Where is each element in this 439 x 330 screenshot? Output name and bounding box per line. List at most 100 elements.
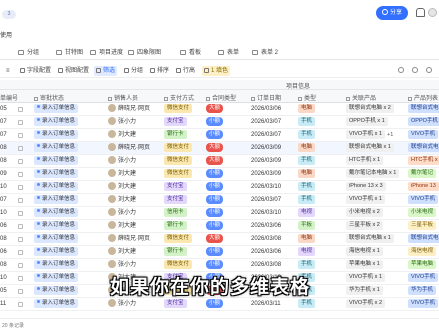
- notification-badge[interactable]: 3: [2, 10, 16, 19]
- related-product-cell[interactable]: 小米电视 x 2: [346, 207, 404, 220]
- order-no-cell[interactable]: 09: [0, 168, 16, 181]
- row-checkbox[interactable]: [18, 159, 23, 164]
- type-cell[interactable]: 手机: [298, 155, 328, 168]
- related-product-cell[interactable]: HTC手机 x 1: [346, 155, 404, 168]
- sales-cell[interactable]: 刘大建: [108, 168, 160, 181]
- product-list-cell[interactable]: 戴尔笔记: [408, 168, 439, 181]
- row-checkbox-cell[interactable]: [18, 116, 26, 129]
- view-tab[interactable]: 四象限图: [128, 48, 161, 58]
- col-order-date[interactable]: 订单日期: [251, 93, 281, 102]
- order-date-cell[interactable]: 2026/03/07: [251, 194, 295, 207]
- row-checkbox-cell[interactable]: [18, 142, 26, 155]
- related-product-cell[interactable]: 三星平板 x 2: [346, 220, 404, 233]
- approval-status-cell[interactable]: 录入订单信息: [34, 194, 104, 207]
- row-checkbox[interactable]: [18, 120, 23, 125]
- payment-cell[interactable]: 微信支付: [164, 259, 198, 272]
- contract-type-cell[interactable]: 小额: [206, 116, 236, 129]
- product-list-cell[interactable]: OPPO手机 x: [408, 116, 439, 129]
- table-row[interactable]: 08 录入订单信息 张小力 微信支付 大额 2026/03/09 手机 HTC手机 x 1 HT…: [0, 155, 439, 168]
- approval-status-cell[interactable]: 录入订单信息: [34, 285, 104, 298]
- order-date-cell[interactable]: 2026/03/09: [251, 142, 295, 155]
- product-list-cell[interactable]: 联想台式电: [408, 233, 439, 246]
- col-sales[interactable]: 销售人员: [108, 93, 138, 102]
- payment-cell[interactable]: 支付宝: [164, 116, 198, 129]
- order-date-cell[interactable]: 2026/03/06: [251, 246, 295, 259]
- payment-cell[interactable]: 信用卡: [164, 207, 198, 220]
- row-checkbox-cell[interactable]: [18, 155, 26, 168]
- order-date-cell[interactable]: 2026/03/07: [251, 116, 295, 129]
- menu-icon[interactable]: ≡: [4, 66, 12, 76]
- group-button[interactable]: 分组: [122, 66, 145, 76]
- payment-cell[interactable]: 支付宝: [164, 298, 198, 311]
- approval-status-cell[interactable]: 录入订单信息: [34, 220, 104, 233]
- order-date-cell[interactable]: 2026/03/09: [251, 168, 295, 181]
- type-cell[interactable]: 电脑: [298, 142, 328, 155]
- order-date-cell[interactable]: 2026/03/08: [251, 233, 295, 246]
- contract-type-cell[interactable]: 小额: [206, 129, 236, 142]
- table-row[interactable]: 08 录入订单信息 薛晓兄·网页 微信支付 大额 2026/03/08 电脑 联想台式电脑 x…: [0, 233, 439, 246]
- product-list-cell[interactable]: 华为手机: [408, 285, 439, 298]
- row-checkbox-cell[interactable]: [18, 220, 26, 233]
- avatar[interactable]: [428, 8, 437, 17]
- row-checkbox[interactable]: [18, 133, 23, 138]
- row-checkbox[interactable]: [18, 237, 23, 242]
- filter-button[interactable]: 筛选: [94, 66, 118, 76]
- approval-status-cell[interactable]: 录入订单信息: [34, 181, 104, 194]
- order-no-cell[interactable]: 08: [0, 259, 16, 272]
- approval-status-cell[interactable]: 录入订单信息: [34, 233, 104, 246]
- contract-type-cell[interactable]: 小额: [206, 220, 236, 233]
- product-list-cell[interactable]: 海信电视: [408, 246, 439, 259]
- table-row[interactable]: 07 录入订单信息 张小力 支付宝 小额 2026/03/07 手机 OPPO手机 x 1 OP…: [0, 116, 439, 129]
- col-product-list[interactable]: 产品列表: [408, 93, 438, 102]
- contract-type-cell[interactable]: 小额: [206, 246, 236, 259]
- order-no-cell[interactable]: 07: [0, 116, 16, 129]
- row-checkbox[interactable]: [18, 302, 23, 307]
- order-date-cell[interactable]: 2026/03/06: [251, 220, 295, 233]
- product-list-cell[interactable]: HTC手机 x: [408, 155, 439, 168]
- sales-cell[interactable]: 张小力: [108, 155, 160, 168]
- order-no-cell[interactable]: 08: [0, 233, 16, 246]
- order-no-cell[interactable]: 10: [0, 207, 16, 220]
- type-cell[interactable]: 手机: [298, 181, 328, 194]
- related-product-cell[interactable]: 联想台式电脑 x 1: [346, 142, 404, 155]
- payment-cell[interactable]: 微信支付: [164, 103, 198, 116]
- row-checkbox-cell[interactable]: [18, 285, 26, 298]
- order-no-cell[interactable]: 10: [0, 181, 16, 194]
- table-row[interactable]: 10 录入订单信息 刘大建 支付宝 小额 2026/03/10 手机 iPhone 13 x …: [0, 181, 439, 194]
- order-no-cell[interactable]: 05: [0, 103, 16, 116]
- related-product-cell[interactable]: VIVO手机 x 1 +1: [346, 129, 404, 142]
- field-config-button[interactable]: 字段配置: [18, 66, 53, 76]
- sales-cell[interactable]: 刘大建: [108, 181, 160, 194]
- related-product-cell[interactable]: 苹果电脑 x 1: [346, 259, 404, 272]
- sales-cell[interactable]: 刘大建: [108, 129, 160, 142]
- search-icon[interactable]: [398, 67, 404, 73]
- contract-type-cell[interactable]: 小额: [206, 194, 236, 207]
- approval-status-cell[interactable]: 录入订单信息: [34, 142, 104, 155]
- table-row[interactable]: 08 录入订单信息 薛晓兄·网页 微信支付 大额 2026/03/09 电脑 联想台式电脑 x…: [0, 142, 439, 155]
- payment-cell[interactable]: 微信支付: [164, 233, 198, 246]
- sales-cell[interactable]: 刘大建: [108, 220, 160, 233]
- row-checkbox[interactable]: [18, 276, 23, 281]
- row-checkbox-cell[interactable]: [18, 246, 26, 259]
- col-contract-type[interactable]: 合同类型: [206, 93, 236, 102]
- order-date-cell[interactable]: 2026/03/09: [251, 155, 295, 168]
- row-checkbox-cell[interactable]: [18, 233, 26, 246]
- more-icon[interactable]: [426, 67, 432, 73]
- order-no-cell[interactable]: 08: [0, 155, 16, 168]
- related-product-cell[interactable]: VIVO手机 x 1: [346, 272, 404, 285]
- row-checkbox[interactable]: [18, 250, 23, 255]
- contract-type-cell[interactable]: 大额: [206, 103, 236, 116]
- row-checkbox-cell[interactable]: [18, 298, 26, 311]
- approval-status-cell[interactable]: 录入订单信息: [34, 168, 104, 181]
- row-checkbox-cell[interactable]: [18, 181, 26, 194]
- contract-type-cell[interactable]: 小额: [206, 168, 236, 181]
- payment-cell[interactable]: 银行卡: [164, 129, 198, 142]
- order-no-cell[interactable]: 06: [0, 246, 16, 259]
- sales-cell[interactable]: 薛晓兄·网页: [108, 103, 160, 116]
- col-order-no[interactable]: 单编号: [0, 93, 18, 102]
- sort-button[interactable]: 排序: [148, 66, 171, 76]
- type-cell[interactable]: 手机: [298, 259, 328, 272]
- related-product-cell[interactable]: 华为手机 x 1: [346, 285, 404, 298]
- row-checkbox[interactable]: [18, 198, 23, 203]
- order-date-cell[interactable]: 2026/03/07: [251, 129, 295, 142]
